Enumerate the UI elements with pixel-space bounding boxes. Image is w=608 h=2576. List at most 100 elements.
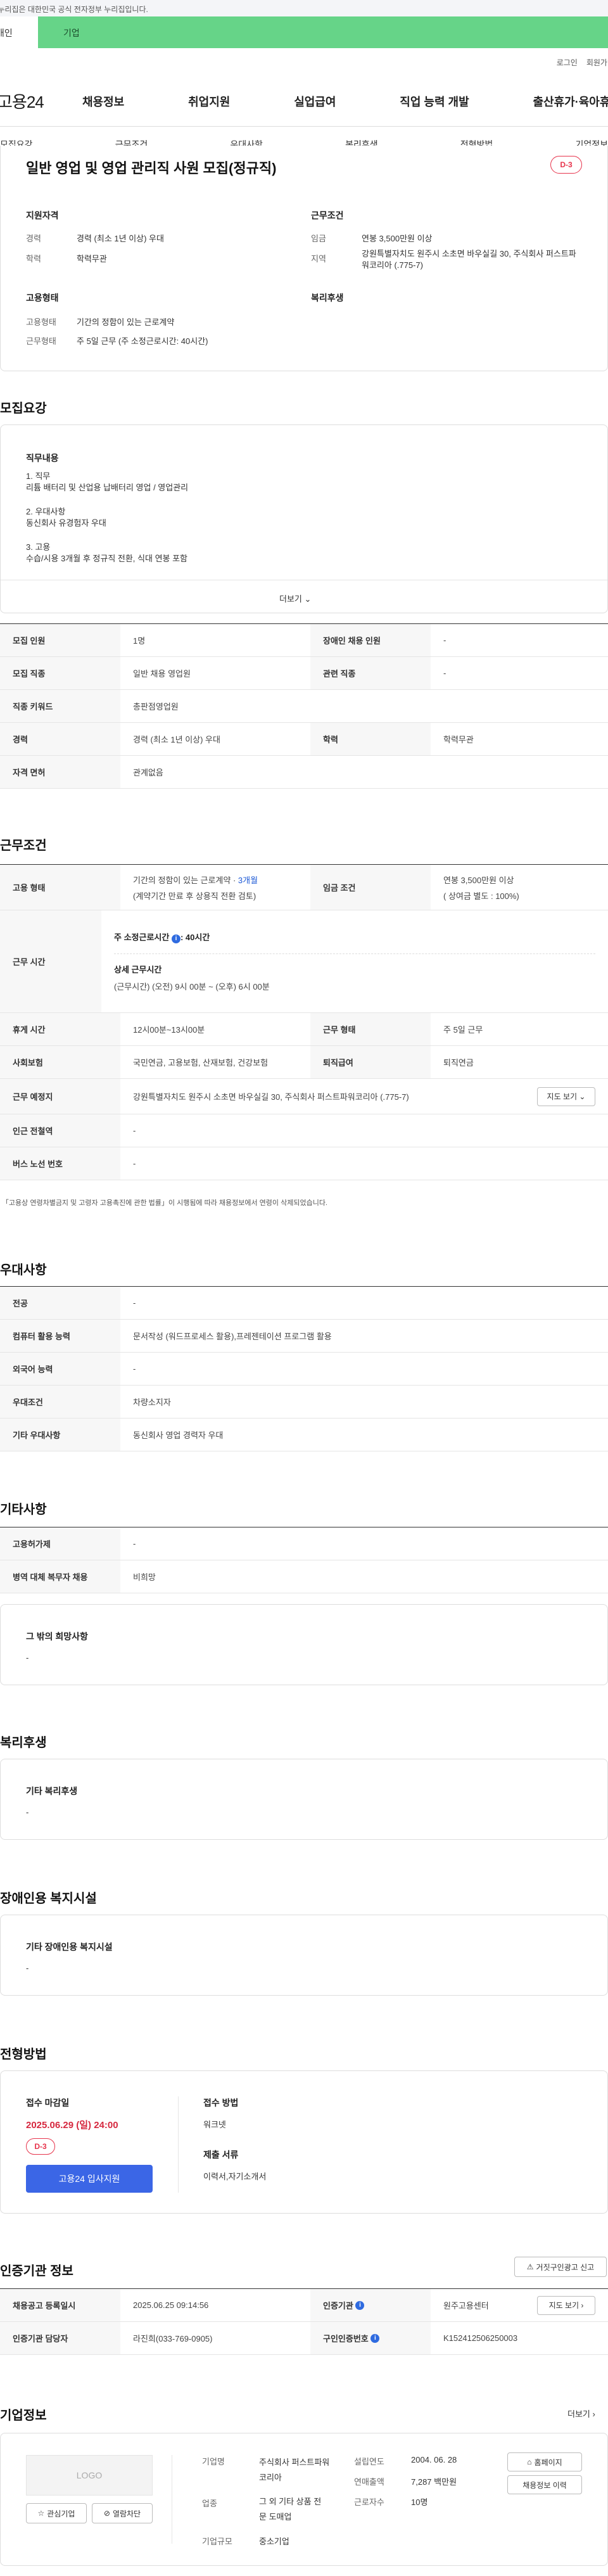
hope-card: 그 밖의 희망사항 - bbox=[0, 1604, 608, 1685]
table-row: 전공 - bbox=[0, 1287, 608, 1320]
gnb-jobs[interactable]: 채용정보 bbox=[82, 93, 124, 110]
company-more-link[interactable]: 더보기 › bbox=[567, 2407, 595, 2420]
emp-hours-value: 주 5일 근무 (주 소정근로시간: 40시간) bbox=[77, 336, 208, 346]
qual-heading: 지원자격 bbox=[26, 210, 59, 220]
table-header: 기타 우대사항 bbox=[0, 1419, 120, 1451]
staff-value: 10명 bbox=[411, 2497, 428, 2507]
hope-heading: 그 밖의 희망사항 bbox=[26, 1631, 88, 1642]
emp-type-value: 기간의 정함이 있는 근로계약 bbox=[77, 317, 175, 327]
gnb-employment-support[interactable]: 취업지원 bbox=[188, 93, 230, 110]
gnb-training[interactable]: 직업 능력 개발 bbox=[400, 93, 469, 110]
job-history-button[interactable]: 채용정보 이력 bbox=[507, 2475, 582, 2494]
emp-hours-label: 근무형태 bbox=[26, 336, 56, 346]
company-name-value: 주식회사 퍼스트파워코리아 bbox=[259, 2458, 330, 2482]
site-logo[interactable]: 고용24 bbox=[0, 89, 76, 113]
duty-line-5: 3. 고용 bbox=[26, 542, 51, 552]
table-cell: 총판점영업원 bbox=[133, 702, 179, 711]
table-row: 근무 예정지 강원특별자치도 원주시 소초면 바우실길 30, 주식회사 퍼스트… bbox=[0, 1079, 608, 1114]
industry-label: 업종 bbox=[202, 2499, 217, 2508]
table-row: 우대조건 차량소지자 bbox=[0, 1386, 608, 1419]
table-cell: - bbox=[133, 1539, 136, 1548]
dday-badge: D-3 bbox=[26, 2138, 55, 2155]
table-cell: K152412506250003 bbox=[443, 2333, 518, 2343]
wage-value: 연봉 3,500만원 이상 bbox=[362, 234, 433, 243]
block-button[interactable]: ⊘ 열람차단 bbox=[92, 2503, 153, 2523]
docs-value: 이력서,자기소개서 bbox=[203, 2172, 267, 2181]
area-value: 강원특별자치도 원주시 소초면 바우실길 30, 주식회사 퍼스트파워코리아 (… bbox=[362, 249, 576, 270]
siren-icon: ⚠ bbox=[526, 2262, 534, 2271]
table-row: 인증기관 담당자 라진희(033-769-0905) 구인인증번호 i K152… bbox=[0, 2322, 608, 2355]
method-label: 접수 방법 bbox=[203, 2098, 239, 2108]
table-header: 모집 직종 bbox=[0, 657, 120, 689]
work-title: 근무조건 bbox=[0, 839, 47, 853]
emp-type-label: 고용형태 bbox=[26, 317, 56, 327]
map-button[interactable]: 지도 보기 ⌄ bbox=[537, 1087, 595, 1106]
table-cell: 1명 bbox=[133, 636, 146, 646]
info-icon[interactable]: i bbox=[370, 2333, 380, 2343]
gnb-leave[interactable]: 출산휴가·육아휴직 bbox=[533, 93, 608, 110]
gnb-unemployment[interactable]: 실업급여 bbox=[294, 93, 336, 110]
tab-business[interactable]: 기업 bbox=[38, 16, 608, 48]
table-cell: 12시00분~13시00분 bbox=[133, 1025, 205, 1035]
table-header: 전공 bbox=[0, 1287, 120, 1319]
duty-card: 직무내용 1. 직무 리튬 배터리 및 산업용 납배터리 영업 / 영업관리 2… bbox=[0, 424, 608, 613]
table-cell: 동신회사 영업 경력자 우대 bbox=[133, 1431, 224, 1440]
table-header: 휴게 시간 bbox=[0, 1013, 120, 1045]
contract-period: 3개월 bbox=[238, 875, 258, 885]
tab-individual[interactable]: 개인 bbox=[0, 16, 38, 48]
company-name-label: 기업명 bbox=[202, 2457, 225, 2466]
table-header: 버스 노선 번호 bbox=[0, 1147, 120, 1180]
map-button[interactable]: 지도 보기 › bbox=[537, 2295, 595, 2315]
join-link[interactable]: 회원가입 bbox=[586, 57, 608, 68]
table-header: 인증기관 i bbox=[310, 2289, 431, 2321]
table-row: 직종 키워드 총판점영업원 bbox=[0, 690, 608, 723]
info-icon[interactable]: i bbox=[171, 934, 180, 943]
table-cell: 주 5일 근무 bbox=[443, 1025, 483, 1035]
chevron-down-icon: ⌄ bbox=[579, 1092, 586, 1101]
benefit-card: 기타 복리후생 - bbox=[0, 1759, 608, 1840]
gov-banner: 이 누리집은 대한민국 공식 전자정부 누리집입니다. bbox=[0, 0, 608, 16]
table-cell: - bbox=[443, 635, 446, 645]
table-cell: 비희망 bbox=[133, 1572, 156, 1582]
chevron-right-icon: › bbox=[592, 2409, 595, 2419]
more-button[interactable]: 더보기 ⌄ bbox=[279, 592, 311, 604]
duty-heading: 직무내용 bbox=[26, 453, 59, 463]
star-icon: ☆ bbox=[37, 2509, 45, 2518]
table-row: 자격 면허 관계없음 bbox=[0, 756, 608, 789]
login-link[interactable]: 로그인 bbox=[557, 57, 578, 68]
deadline-label: 접수 마감일 bbox=[26, 2098, 70, 2108]
table-row: 근무 시간 주 소정근로시간 i: 40시간 상세 근무시간 (근무시간) (오… bbox=[0, 910, 608, 1013]
sales-label: 연매출액 bbox=[354, 2477, 384, 2487]
table-header: 인근 전철역 bbox=[0, 1114, 120, 1147]
duty-line-2: 리튬 배터리 및 산업용 납배터리 영업 / 영업관리 bbox=[26, 483, 189, 492]
duty-line-3: 2. 우대사항 bbox=[26, 507, 66, 516]
benefit-heading: 기타 복리후생 bbox=[26, 1786, 78, 1796]
table-cell: 퇴직연금 bbox=[443, 1058, 474, 1068]
report-button[interactable]: ⚠ 거짓구인광고 신고 bbox=[514, 2257, 607, 2277]
info-icon[interactable]: i bbox=[355, 2300, 365, 2310]
table-cell: 경력 (최소 1년 이상) 우대 bbox=[133, 735, 220, 744]
table-header: 장애인 채용 인원 bbox=[310, 624, 431, 656]
apply-button[interactable]: 고용24 입사지원 bbox=[26, 2165, 153, 2193]
table-cell: - bbox=[133, 1298, 136, 1308]
deadline-value: 2025.06.29 (일) 24:00 bbox=[26, 2120, 118, 2131]
chevron-down-icon: ⌄ bbox=[304, 594, 312, 604]
table-header: 사회보험 bbox=[0, 1046, 120, 1078]
work-place-cell: 강원특별자치도 원주시 소초면 바우실길 30, 주식회사 퍼스트파워코리아 (… bbox=[120, 1079, 608, 1114]
selection-title: 전형방법 bbox=[0, 2048, 47, 2062]
favorite-button[interactable]: ☆ 관심기업 bbox=[26, 2503, 87, 2523]
table-row: 고용 형태 기간의 정함이 있는 근로계약 · 3개월 (계약기간 만료 후 상… bbox=[0, 865, 608, 910]
disabled-heading: 기타 장애인용 복지시설 bbox=[26, 1942, 113, 1952]
disabled-card: 기타 장애인용 복지시설 - bbox=[0, 1915, 608, 1996]
table-cell: - bbox=[443, 668, 446, 678]
founded-value: 2004. 06. 28 bbox=[411, 2455, 457, 2464]
disabled-value: - bbox=[26, 1963, 29, 1973]
table-header: 고용허가제 bbox=[0, 1527, 120, 1560]
cond-heading: 근무조건 bbox=[311, 210, 344, 220]
emp-type-cell: 기간의 정함이 있는 근로계약 · 3개월 (계약기간 만료 후 상용직 전환 … bbox=[133, 875, 258, 901]
cert-title: 인증기관 정보 bbox=[0, 2264, 73, 2278]
homepage-button[interactable]: ⌂ 홈페이지 bbox=[507, 2452, 582, 2471]
recruit-title: 모집요강 bbox=[0, 402, 47, 416]
edu-label: 학력 bbox=[26, 254, 41, 264]
wage-cell: 연봉 3,500만원 이상 ( 상여금 별도 : 100%) bbox=[443, 875, 519, 901]
